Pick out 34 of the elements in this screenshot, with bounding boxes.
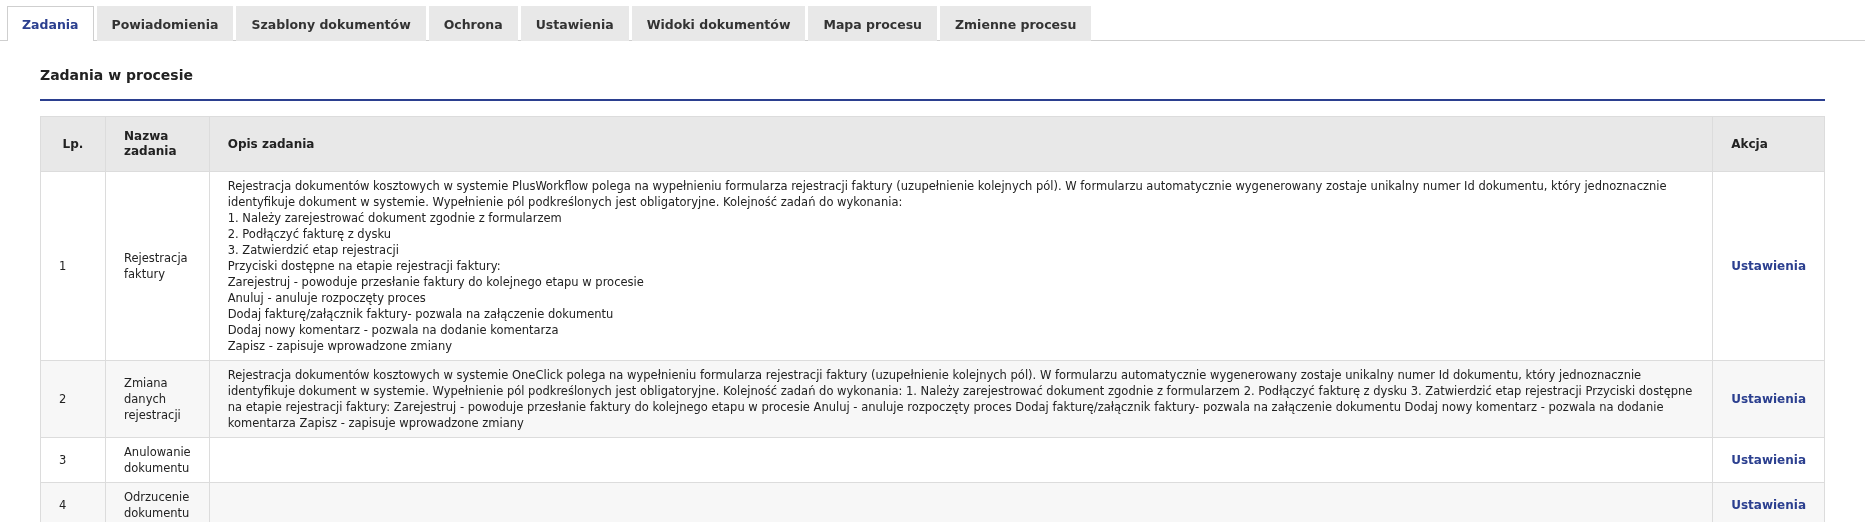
column-header: Lp. <box>40 116 106 172</box>
section-title: Zadania w procesie <box>40 41 1825 101</box>
description-text: Dodaj nowy komentarz - pozwala na dodanie komentarza <box>227 322 560 338</box>
column-header: Nazwa zadania <box>105 116 210 172</box>
description-text: 1. Należy zarejestrować dokument zgodnie z formularzem <box>227 210 563 226</box>
table-cell: 1 <box>40 171 106 361</box>
description-text: Anuluj - anuluje rozpoczęty proces <box>227 290 427 306</box>
tab[interactable]: Widoki dokumentów <box>631 6 806 41</box>
tab[interactable]: Ustawienia <box>520 6 629 41</box>
table-cell: Zmiana danych rejestracji <box>105 360 210 438</box>
description-text: 2. Podłączyć fakturę z dysku <box>227 226 393 242</box>
table-cell: 2 <box>40 360 106 438</box>
description-text: Rejestracja dokumentów kosztowych w systemie OneClick polega na wypełnieniu formularza rejestracji faktury (uzupełnienie kolejnych pól). W formularzu automatycznie wygenerowany zostaje unikalny numer Id dokumentu, który jednoznacznie identyfikuje dokument w systemie. Wypełnienie pól podkreślonych jest obligatoryjne. Kolejność zadań do wykonania: 1. Należy zarejestrować dokument zgodnie z formularzem 2. Podłączyć fakturę z dysku 3. Zatwierdzić etap rejestracji Przyciski dostępne na etapie rejestracji faktury: Zarejestruj - powoduje przesłanie faktury do kolejnego etapu w procesie Anuluj - anuluje rozpoczęty proces Dodaj fakturę/załącznik faktury- pozwala na załączenie dokumentu Dodaj nowy komentarz - pozwala na dodanie komentarza Zapisz - zapisuje wprowadzone zmiany <box>227 367 1694 431</box>
tab[interactable]: Mapa procesu <box>808 6 938 41</box>
description-text: 3. Zatwierdzić etap rejestracji <box>227 242 400 258</box>
tab[interactable]: Zadania <box>7 6 94 41</box>
tab[interactable]: Zmienne procesu <box>940 6 1092 41</box>
tab[interactable]: Ochrona <box>428 6 518 41</box>
table-cell: Rejestracja faktury <box>105 171 210 361</box>
table-cell: 4 <box>40 482 106 522</box>
description-text: Przyciski dostępne na etapie rejestracji faktury: <box>227 258 502 274</box>
table-cell: Anulowanie dokumentu <box>105 437 210 483</box>
description-text: Zarejestruj - powoduje przesłanie faktury do kolejnego etapu w procesie <box>227 274 645 290</box>
tab[interactable]: Szablony dokumentów <box>236 6 426 41</box>
column-header: Akcja <box>1712 116 1825 172</box>
table-cell: Odrzucenie dokumentu <box>105 482 210 522</box>
settings-link[interactable]: Ustawienia <box>1731 392 1806 406</box>
table-cell: 3 <box>40 437 106 483</box>
tab[interactable]: Powiadomienia <box>96 6 234 41</box>
description-text: Dodaj fakturę/załącznik faktury- pozwala na załączenie dokumentu <box>227 306 615 322</box>
settings-link[interactable]: Ustawienia <box>1731 259 1806 273</box>
description-text: Rejestracja dokumentów kosztowych w systemie PlusWorkflow polega na wypełnieniu formularza rejestracji faktury (uzupełnienie kolejnych pól). W formularzu automatycznie wygenerowany zostaje unikalny numer Id dokumentu, który jednoznacznie identyfikuje dokument w systemie. Wypełnienie pól podkreślonych jest obligatoryjne. Kolejność zadań do wykonania: <box>227 178 1668 210</box>
description-text: Zapisz - zapisuje wprowadzone zmiany <box>227 338 454 354</box>
column-header: Opis zadania <box>209 116 1713 172</box>
